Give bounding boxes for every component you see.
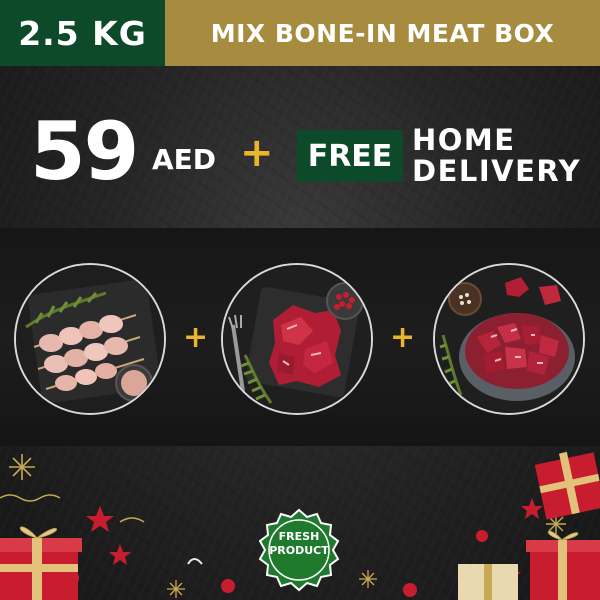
promo-banner: 2.5 KG MIX BONE-IN MEAT BOX 59 AED + FRE… bbox=[0, 0, 600, 600]
snowflake-icon bbox=[9, 454, 35, 480]
star-icon bbox=[109, 544, 131, 565]
fresh-product-badge-text: FRESH PRODUCT bbox=[256, 530, 342, 558]
badge-line-1: FRESH bbox=[278, 530, 320, 543]
star-icon bbox=[86, 506, 114, 532]
gift-box-icon bbox=[534, 451, 600, 520]
chicken-skewers-icon bbox=[16, 265, 164, 413]
plus-sign: + bbox=[240, 130, 274, 176]
beef-cubes-icon bbox=[223, 265, 371, 413]
product-title: MIX BONE-IN MEAT BOX bbox=[210, 18, 555, 48]
gift-box-icon bbox=[0, 526, 82, 600]
weight-box: 2.5 KG bbox=[0, 0, 165, 66]
delivery-line-1: HOME bbox=[412, 123, 516, 157]
gift-box-icon bbox=[458, 564, 518, 600]
plus-connector-1: + bbox=[183, 320, 209, 355]
badge-line-2: PRODUCT bbox=[269, 544, 329, 557]
product-image-beef-cubes bbox=[221, 263, 373, 415]
title-box: MIX BONE-IN MEAT BOX bbox=[165, 0, 600, 66]
free-box: FREE bbox=[297, 130, 403, 182]
delivery-line-2: DELIVERY bbox=[412, 154, 582, 188]
ornament-icon bbox=[476, 530, 488, 542]
ornament-icon bbox=[221, 579, 235, 593]
snowflake-icon bbox=[167, 580, 185, 598]
weight-label: 2.5 KG bbox=[18, 13, 147, 53]
meat-bowl-icon bbox=[435, 265, 583, 413]
product-image-meat-bowl bbox=[433, 263, 585, 415]
price-amount: 59 bbox=[30, 105, 139, 198]
free-label: FREE bbox=[307, 138, 393, 174]
gift-box-icon bbox=[526, 530, 600, 600]
product-image-chicken-skewers bbox=[14, 263, 166, 415]
delivery-text: HOME DELIVERY bbox=[412, 125, 581, 187]
snowflake-icon bbox=[359, 570, 377, 588]
ornament-icon bbox=[403, 583, 417, 597]
header-bar: 2.5 KG MIX BONE-IN MEAT BOX bbox=[0, 0, 600, 66]
price-currency: AED bbox=[152, 143, 217, 176]
star-icon bbox=[521, 498, 543, 519]
plus-connector-2: + bbox=[390, 320, 416, 355]
